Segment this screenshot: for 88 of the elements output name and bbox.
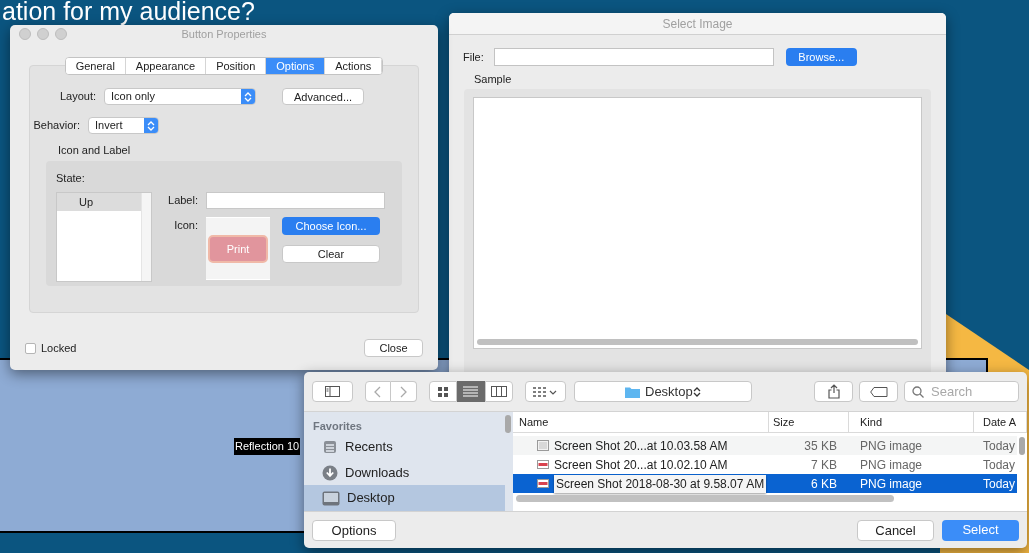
scrollbar[interactable] bbox=[1019, 437, 1025, 455]
tag-button[interactable] bbox=[859, 381, 898, 402]
search-icon bbox=[912, 386, 924, 398]
sidebar-item[interactable]: Downloads bbox=[304, 459, 505, 486]
layout-dropdown[interactable]: Icon only bbox=[104, 88, 256, 105]
behavior-dropdown[interactable]: Invert bbox=[88, 117, 159, 134]
view-mode-button[interactable] bbox=[428, 381, 457, 402]
file-row[interactable]: Screen Shot 2018-08-30 at 9.58.07 AM 6 KB PNG image Today bbox=[513, 474, 1017, 493]
grid-caret-icon bbox=[533, 386, 558, 397]
layout-label: Layout: bbox=[58, 89, 96, 105]
image-file-icon bbox=[537, 440, 549, 451]
clear-button[interactable]: Clear bbox=[282, 245, 380, 263]
column-header[interactable]: Date A bbox=[974, 412, 1027, 432]
view-mode-button[interactable] bbox=[484, 381, 513, 402]
back-button[interactable] bbox=[364, 381, 391, 402]
column-header[interactable]: Name bbox=[513, 412, 769, 432]
file-date: Today bbox=[982, 437, 1016, 455]
icon-label: Icon: bbox=[173, 218, 198, 233]
file-kind: PNG image bbox=[859, 437, 924, 455]
file-row[interactable]: Screen Shot 20...at 10.03.58 AM 35 KB PNG image Today bbox=[513, 436, 1017, 455]
search-field[interactable]: Search bbox=[904, 381, 1019, 402]
file-name: Screen Shot 20...at 10.02.10 AM bbox=[554, 456, 728, 474]
state-label: State: bbox=[56, 170, 86, 186]
state-list[interactable]: Up bbox=[56, 192, 152, 282]
image-file-icon bbox=[537, 460, 549, 469]
window-control-icon[interactable] bbox=[37, 28, 49, 40]
file-date: Today bbox=[982, 456, 1016, 474]
scrollbar[interactable] bbox=[477, 338, 918, 345]
window-title: Button Properties bbox=[181, 26, 267, 42]
location-dropdown[interactable]: Desktop bbox=[573, 381, 753, 402]
list-icon bbox=[463, 386, 479, 397]
file-name: Screen Shot 20...at 10.03.58 AM bbox=[554, 437, 728, 455]
label-label: Label: bbox=[167, 193, 198, 209]
chevron-left-icon bbox=[374, 385, 382, 398]
sidebar-toggle-button[interactable] bbox=[312, 381, 353, 402]
column-header[interactable]: Kind bbox=[849, 412, 974, 432]
state-list-item[interactable]: Up bbox=[57, 193, 141, 211]
options-button[interactable]: Options bbox=[312, 519, 396, 541]
tab[interactable]: General bbox=[65, 58, 126, 74]
window-control-icon[interactable] bbox=[55, 28, 67, 40]
file-size: 7 KB bbox=[810, 456, 838, 474]
download-icon bbox=[322, 464, 338, 481]
advanced-button[interactable]: Advanced... bbox=[282, 88, 364, 105]
browse-button[interactable]: Browse... bbox=[785, 48, 857, 66]
sidebar-icon bbox=[324, 386, 340, 397]
sidebar-item[interactable]: Recents bbox=[304, 434, 505, 460]
sample-label: Sample bbox=[474, 72, 513, 87]
file-kind: PNG image bbox=[859, 456, 924, 474]
folder-icon bbox=[625, 385, 640, 398]
scrollbar[interactable] bbox=[516, 495, 894, 502]
slide-heading: ation for my audience? bbox=[2, 0, 255, 24]
group-title: Icon and Label bbox=[58, 143, 132, 158]
file-size: 6 KB bbox=[810, 475, 838, 493]
view-mode-button[interactable] bbox=[456, 381, 485, 402]
locked-label: Locked bbox=[41, 340, 77, 356]
locked-checkbox[interactable] bbox=[25, 342, 36, 354]
sidebar-item[interactable]: Desktop bbox=[304, 485, 505, 511]
forward-button[interactable] bbox=[390, 381, 417, 402]
choose-icon-button[interactable]: Choose Icon... bbox=[282, 217, 380, 235]
file-field[interactable] bbox=[493, 48, 774, 66]
image-file-icon bbox=[537, 479, 549, 488]
sidebar-heading: Favorites bbox=[312, 419, 363, 434]
stepper-icon bbox=[244, 90, 252, 103]
tag-icon bbox=[869, 386, 888, 397]
file-name: Screen Shot 2018-08-30 at 9.58.07 AM bbox=[554, 474, 767, 493]
behavior-label: Behavior: bbox=[32, 118, 80, 134]
share-button[interactable] bbox=[814, 381, 854, 402]
cancel-button[interactable]: Cancel bbox=[857, 519, 934, 541]
label-field[interactable] bbox=[206, 192, 385, 209]
column-header[interactable]: Size bbox=[769, 412, 849, 432]
close-button[interactable]: Close bbox=[364, 339, 423, 357]
print-button-preview: Print bbox=[208, 234, 268, 263]
columns-icon bbox=[490, 386, 507, 397]
stepper-icon bbox=[147, 119, 155, 132]
window-control-icon[interactable] bbox=[19, 28, 31, 40]
file-size: 35 KB bbox=[803, 437, 838, 455]
share-icon bbox=[827, 384, 840, 399]
scrollbar[interactable] bbox=[505, 415, 511, 433]
stepper-icon bbox=[692, 385, 701, 398]
file-kind: PNG image bbox=[859, 475, 924, 493]
arrange-button[interactable] bbox=[524, 381, 566, 402]
shape-label: Reflection 10 bbox=[234, 438, 301, 455]
monitor-icon bbox=[322, 490, 340, 506]
grid-icon bbox=[437, 386, 448, 397]
file-date: Today bbox=[982, 475, 1016, 493]
window-title: Select Image bbox=[662, 15, 733, 33]
chevron-right-icon bbox=[399, 385, 407, 398]
file-label: File: bbox=[463, 49, 484, 65]
